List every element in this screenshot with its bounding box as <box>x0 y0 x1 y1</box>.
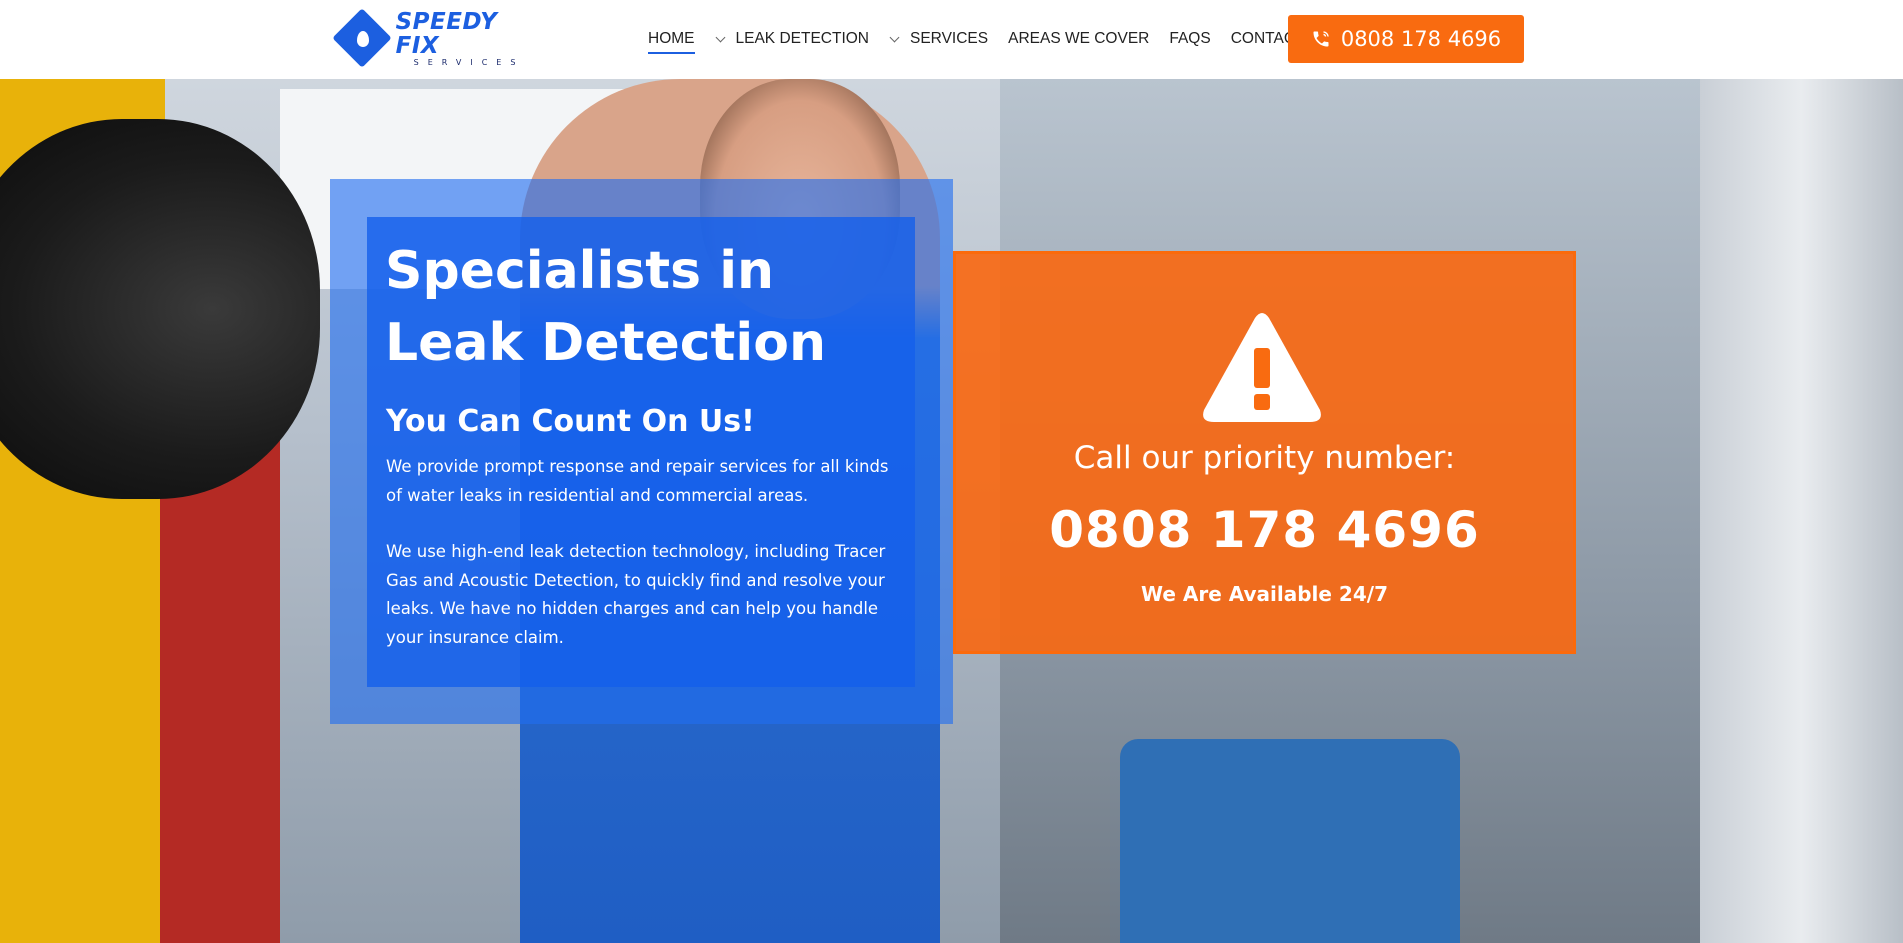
hero-title-line2: Leak Detection <box>385 313 826 373</box>
nav-item-label: AREAS WE COVER <box>1008 30 1150 47</box>
nav-item-areas-we-cover[interactable]: AREAS WE COVER <box>1008 30 1149 48</box>
nav-item-label: HOME <box>648 30 695 47</box>
priority-label: Call our priority number: <box>1073 440 1456 476</box>
hero-paragraph-1: We provide prompt response and repair se… <box>386 457 889 505</box>
warning-icon <box>1203 313 1321 422</box>
hero-title-line1: Specialists in <box>385 241 775 301</box>
main-nav: HOME LEAK DETECTION SERVICES AREAS WE CO… <box>648 28 1324 54</box>
nav-item-leak-detection[interactable]: LEAK DETECTION <box>715 30 870 48</box>
priority-phone-number[interactable]: 0808 178 4696 <box>953 501 1576 559</box>
nav-item-services[interactable]: SERVICES <box>889 30 988 48</box>
call-button[interactable]: 0808 178 4696 <box>1288 15 1524 63</box>
nav-item-faqs[interactable]: FAQS <box>1169 30 1210 48</box>
nav-item-home[interactable]: HOME <box>648 30 695 54</box>
call-button-label: 0808 178 4696 <box>1340 27 1502 51</box>
nav-item-label: FAQS <box>1169 30 1211 47</box>
logo-tagline: SERVICES <box>413 58 525 67</box>
hero-paragraph-2: We use high-end leak detection technolog… <box>386 542 886 647</box>
logo-icon <box>331 8 392 69</box>
site-header: SPEEDY FIX SERVICES HOME LEAK DETECTION … <box>0 0 1903 79</box>
nav-item-label: LEAK DETECTION <box>735 30 870 47</box>
logo-name: SPEEDY FIX <box>395 9 498 59</box>
chevron-down-icon <box>889 32 900 42</box>
logo[interactable]: SPEEDY FIX SERVICES <box>331 8 546 69</box>
chevron-down-icon <box>715 32 725 42</box>
nav-item-label: SERVICES <box>910 30 989 47</box>
phone-icon <box>1313 31 1329 47</box>
hero-title: Specialists in Leak Detection <box>385 235 905 379</box>
availability-text: We Are Available 24/7 <box>1140 582 1388 606</box>
logo-text: SPEEDY FIX SERVICES <box>396 10 546 68</box>
hero-subtitle: You Can Count On Us! <box>386 404 755 439</box>
